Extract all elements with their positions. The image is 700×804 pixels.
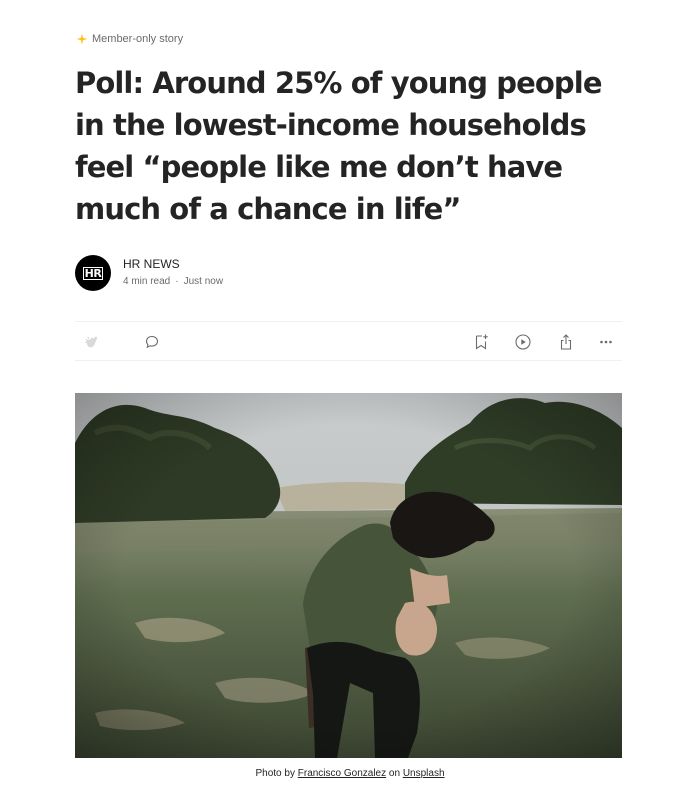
image-caption: Photo by Francisco Gonzalez on Unsplash <box>0 768 700 779</box>
read-time: 4 min read <box>123 276 171 287</box>
author-byline: HR HR NEWS 4 min read · Just now <box>75 255 223 291</box>
caption-middle: on <box>388 768 401 779</box>
caption-prefix: Photo by <box>255 768 295 779</box>
more-icon[interactable] <box>597 333 615 351</box>
clap-icon[interactable] <box>83 333 101 351</box>
photographer-link[interactable]: Francisco Gonzalez <box>298 768 386 779</box>
author-meta: HR NEWS 4 min read · Just now <box>123 257 223 287</box>
action-bar <box>75 321 622 361</box>
meta-separator: · <box>175 276 179 287</box>
author-avatar[interactable]: HR <box>75 255 111 291</box>
listen-play-icon[interactable] <box>514 333 532 351</box>
share-icon[interactable] <box>557 333 575 351</box>
hero-image <box>75 393 622 758</box>
member-only-label: Member-only story <box>92 33 184 45</box>
member-only-badge: Member-only story <box>76 33 183 45</box>
article-title: Poll: Around 25% of young people in the … <box>75 66 603 226</box>
bookmark-add-icon[interactable] <box>472 333 490 351</box>
publish-time: Just now <box>183 276 224 287</box>
avatar-logo-text: HR <box>82 266 104 280</box>
star-icon <box>76 33 88 45</box>
article-meta: 4 min read · Just now <box>123 276 223 287</box>
author-name[interactable]: HR NEWS <box>123 257 223 271</box>
comment-icon[interactable] <box>143 333 161 351</box>
unsplash-link[interactable]: Unsplash <box>403 768 445 779</box>
